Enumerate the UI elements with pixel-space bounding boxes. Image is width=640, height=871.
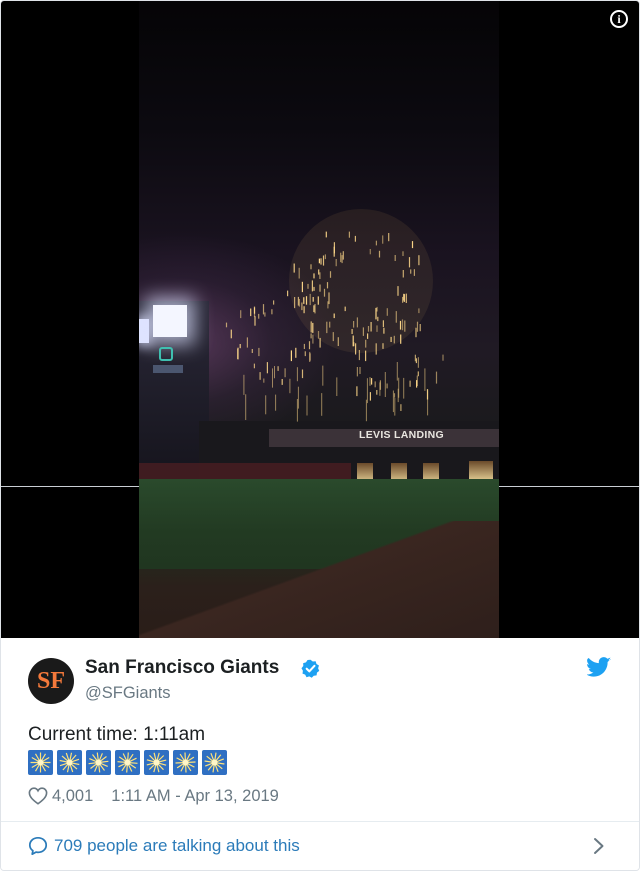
chevron-right-icon[interactable] <box>593 837 605 855</box>
divider <box>1 821 639 822</box>
tweet-text: Current time: 1:11am <box>28 724 206 745</box>
tweet-timestamp[interactable]: 1:11 AM - Apr 13, 2019 <box>111 787 279 806</box>
heart-icon[interactable] <box>28 787 48 805</box>
sparkler-emoji-icon <box>57 750 82 775</box>
sparkler-emoji-icon <box>202 750 227 775</box>
sparkler-emoji-icon <box>173 750 198 775</box>
sparkler-emoji-icon <box>28 750 53 775</box>
tweet-body: SF San Francisco Giants @SFGiants Curren… <box>1 638 639 870</box>
letterbox-line-right <box>499 486 639 487</box>
like-count[interactable]: 4,001 <box>52 787 93 806</box>
video-frame[interactable]: LEVIS LANDING <box>139 1 499 638</box>
sparkler-emoji-icon <box>144 750 169 775</box>
sf-giants-logo-icon[interactable]: SF <box>28 658 74 704</box>
embedded-tweet-card: LEVIS LANDING i SF San Francisco Giants … <box>0 0 640 871</box>
sparkler-emoji-icon <box>115 750 140 775</box>
speech-bubble-icon <box>28 836 48 856</box>
fireworks-burst <box>225 209 444 422</box>
sparkler-emoji-icon <box>86 750 111 775</box>
emoji-row <box>28 750 231 775</box>
author-name[interactable]: San Francisco Giants <box>85 657 279 679</box>
info-icon[interactable]: i <box>610 10 628 28</box>
video-player[interactable]: LEVIS LANDING i <box>1 1 639 638</box>
twitter-bird-icon[interactable] <box>587 657 611 677</box>
author-handle[interactable]: @SFGiants <box>85 684 171 703</box>
letterbox-line-left <box>1 486 139 487</box>
conversation-text: 709 people are talking about this <box>54 836 300 855</box>
verified-badge-icon <box>301 659 320 678</box>
tweet-meta: 4,001 1:11 AM - Apr 13, 2019 <box>28 784 279 808</box>
conversation-link[interactable]: 709 people are talking about this <box>28 835 300 857</box>
